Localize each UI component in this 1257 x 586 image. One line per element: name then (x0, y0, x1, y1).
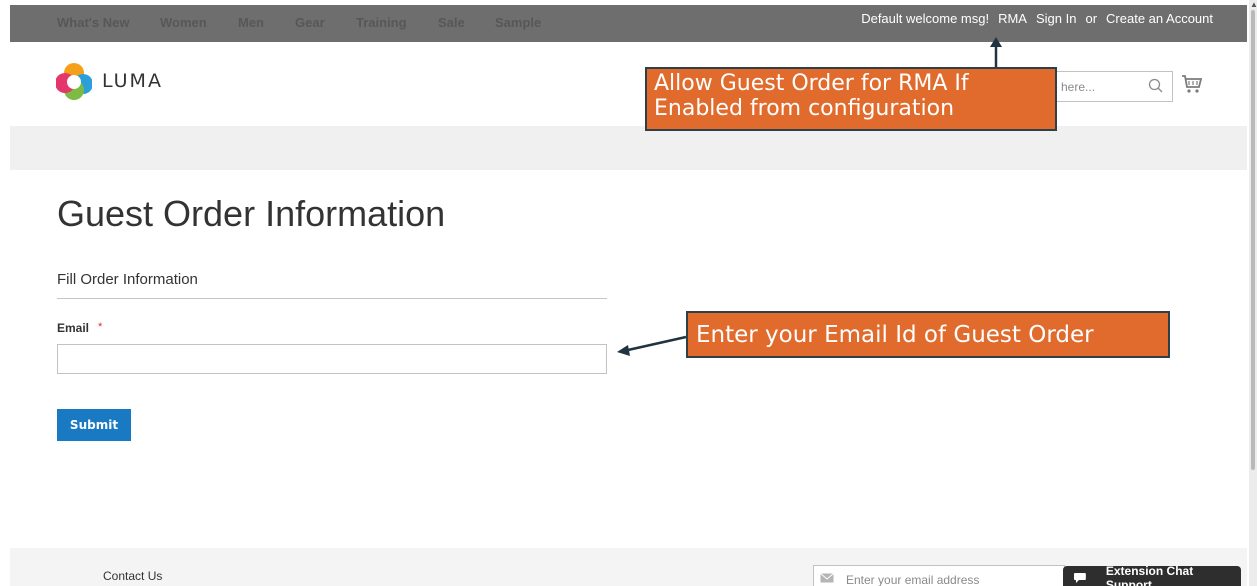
or-separator: or (1085, 11, 1098, 26)
nav-item-men[interactable]: Men (238, 15, 264, 30)
chat-bubble-icon (1073, 573, 1086, 583)
email-arrow (617, 335, 687, 356)
store-logo[interactable]: LUMA (56, 62, 163, 100)
contact-us-link[interactable]: Contact Us (103, 569, 162, 583)
scroll-up-icon[interactable]: ▲ (1250, 0, 1257, 10)
nav-item-gear[interactable]: Gear (295, 15, 325, 30)
rma-callout: Allow Guest Order for RMA If Enabled fro… (645, 67, 1057, 131)
search-icon[interactable] (1147, 77, 1165, 95)
nav-item-sample[interactable]: Sample (495, 15, 541, 30)
nav-item-sale[interactable]: Sale (438, 15, 465, 30)
required-marker: * (98, 321, 103, 333)
logo-text: LUMA (102, 70, 163, 92)
top-links: Default welcome msg! RMA Sign In or Crea… (861, 11, 1213, 26)
envelope-icon (820, 573, 834, 583)
create-account-link[interactable]: Create an Account (1106, 11, 1213, 26)
cart-icon[interactable] (1181, 73, 1203, 95)
nav-item-training[interactable]: Training (356, 15, 407, 30)
legend-divider (57, 298, 607, 299)
sign-in-link[interactable]: Sign In (1036, 11, 1076, 26)
submit-button[interactable]: Submit (57, 409, 131, 441)
newsletter-placeholder: Enter your email address (846, 573, 980, 586)
main-navigation (10, 126, 1247, 170)
email-callout: Enter your Email Id of Guest Order (686, 311, 1170, 358)
nav-item-women[interactable]: Women (160, 15, 207, 30)
email-field[interactable] (57, 344, 607, 374)
chat-support-button[interactable]: Extension Chat Support (1063, 564, 1241, 586)
nav-item-whats-new[interactable]: What's New (57, 15, 129, 30)
email-label: Email (57, 321, 90, 335)
page-title: Guest Order Information (57, 193, 446, 234)
search-placeholder: e here... (1051, 80, 1096, 94)
scrollbar-thumb[interactable] (1251, 10, 1255, 470)
fieldset-legend: Fill Order Information (57, 271, 198, 288)
welcome-message: Default welcome msg! (861, 11, 990, 26)
chat-support-label: Extension Chat Support (1105, 564, 1194, 586)
luma-logo-icon (56, 63, 92, 100)
rma-link[interactable]: RMA (998, 11, 1027, 26)
